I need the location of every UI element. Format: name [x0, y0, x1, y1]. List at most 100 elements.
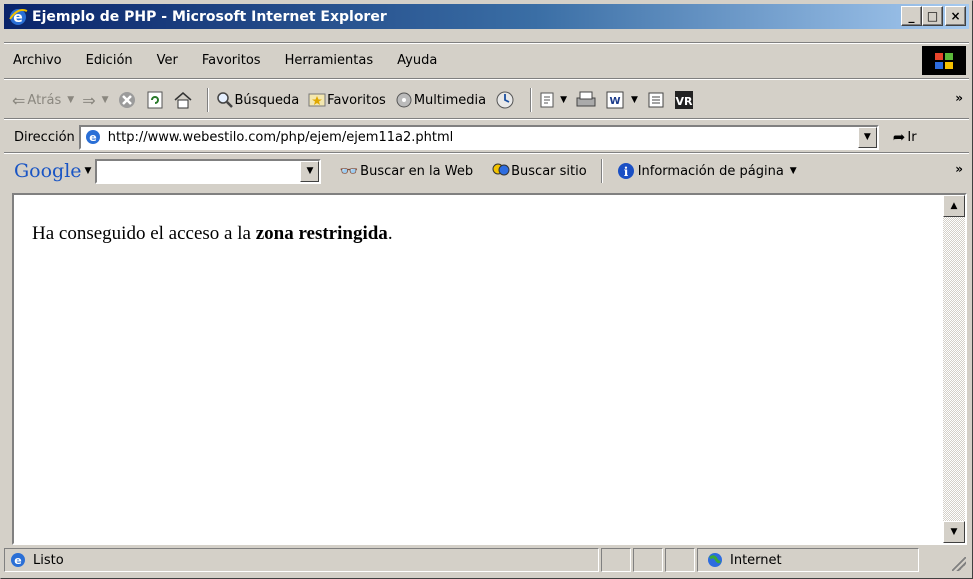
media-label: Multimedia — [413, 92, 487, 108]
search-label: Búsqueda — [234, 92, 300, 108]
messenger-button[interactable]: VR — [674, 90, 694, 110]
svg-text:i: i — [623, 165, 628, 179]
svg-text:VR: VR — [675, 95, 693, 108]
menu-edicion[interactable]: Edición — [74, 53, 145, 68]
vertical-scrollbar[interactable]: ▲ ▼ — [943, 195, 965, 543]
chevron-down-icon: ▼ — [560, 95, 568, 105]
message-bold: zona restringida — [255, 223, 388, 244]
separator — [4, 118, 969, 120]
status-cell — [601, 548, 631, 572]
page-info-label: Información de página — [637, 163, 784, 179]
minimize-icon: _ — [908, 9, 915, 23]
address-label: Dirección — [14, 129, 75, 145]
chevron-down-icon: ▼ — [863, 132, 871, 142]
print-button[interactable] — [575, 90, 597, 110]
favorites-button[interactable]: Favoritos — [307, 91, 386, 109]
mail-icon — [540, 92, 554, 108]
search-web-button[interactable]: 👓 Buscar en la Web — [339, 162, 473, 180]
stop-icon — [118, 92, 135, 108]
home-button[interactable] — [173, 90, 193, 110]
page-icon: e — [85, 130, 100, 144]
google-logo-text: Google — [14, 160, 82, 182]
zone-text: Internet — [730, 552, 782, 568]
print-icon — [576, 91, 596, 107]
svg-text:e: e — [89, 131, 96, 144]
back-button[interactable]: ⇐ Atrás ▼ — [12, 91, 74, 110]
toolbar-separator — [530, 88, 533, 112]
minimize-button[interactable]: _ — [901, 6, 922, 26]
close-button[interactable]: × — [945, 6, 966, 26]
menu-favoritos[interactable]: Favoritos — [190, 53, 273, 68]
maximize-button[interactable]: □ — [922, 6, 943, 26]
search-icon — [216, 92, 233, 108]
resize-grip-icon[interactable] — [952, 557, 966, 571]
word-edit-icon: W — [606, 91, 624, 109]
back-arrow-icon: ⇐ — [12, 90, 26, 110]
status-bar: e Listo Internet — [4, 548, 969, 574]
history-icon — [496, 91, 514, 109]
windows-logo-icon — [922, 46, 966, 75]
menu-ver[interactable]: Ver — [145, 53, 190, 68]
svg-text:e: e — [14, 554, 21, 567]
search-site-icon — [492, 163, 510, 176]
forward-button[interactable]: ⇒ ▼ — [82, 91, 108, 110]
google-toolbar: Google ▼ ▼ 👓 Buscar en la Web Buscar sit… — [4, 156, 969, 186]
address-bar: Dirección e http://www.webestilo.com/php… — [4, 122, 969, 152]
search-button[interactable]: Búsqueda — [215, 90, 300, 110]
search-site-label: Buscar sitio — [511, 163, 587, 179]
menu-herramientas[interactable]: Herramientas — [273, 53, 386, 68]
scroll-down-button[interactable]: ▼ — [943, 521, 965, 543]
google-overflow-icon[interactable]: » — [955, 162, 963, 176]
access-message: Ha conseguido el acceso a la zona restri… — [32, 223, 393, 245]
mail-button[interactable]: ▼ — [538, 90, 567, 110]
page-info-button[interactable]: i Información de página ▼ — [617, 162, 797, 180]
chevron-down-icon: ▼ — [789, 166, 797, 176]
search-site-button[interactable]: Buscar sitio — [491, 162, 587, 180]
status-cell — [633, 548, 663, 572]
media-button[interactable]: Multimedia — [394, 90, 486, 110]
chevron-down-icon: ▼ — [306, 166, 314, 176]
page-icon: e — [11, 553, 25, 567]
address-url: http://www.webestilo.com/php/ejem/ejem11… — [107, 129, 454, 145]
chevron-down-icon: ▼ — [101, 95, 109, 105]
chevron-down-icon: ▼ — [631, 95, 638, 105]
toolbar-separator — [206, 88, 209, 112]
globe-icon — [708, 553, 722, 567]
menu-archivo[interactable]: Archivo — [4, 53, 74, 68]
discuss-button[interactable] — [646, 90, 666, 110]
status-cell — [665, 548, 695, 572]
refresh-button[interactable] — [145, 90, 165, 110]
go-button[interactable]: ➦ Ir — [893, 128, 917, 146]
menu-bar: Archivo Edición Ver Favoritos Herramient… — [4, 46, 969, 75]
google-search-dropdown-button[interactable]: ▼ — [300, 160, 320, 182]
chevron-down-icon: ▼ — [67, 95, 75, 105]
favorites-icon — [308, 93, 326, 107]
chevron-down-icon: ▼ — [950, 527, 958, 537]
internet-explorer-icon: e — [9, 8, 28, 26]
status-main: e Listo — [4, 548, 599, 572]
forward-arrow-icon: ⇒ — [82, 90, 96, 110]
security-zone[interactable]: Internet — [697, 548, 919, 572]
scroll-up-button[interactable]: ▲ — [943, 195, 965, 217]
binoculars-icon: 👓 — [339, 162, 359, 180]
edit-button[interactable]: W ▼ — [605, 90, 638, 110]
google-logo[interactable]: Google ▼ — [14, 160, 91, 182]
info-icon: i — [617, 163, 634, 179]
menu-ayuda[interactable]: Ayuda — [385, 53, 449, 68]
go-label: Ir — [907, 129, 917, 145]
title-bar[interactable]: e Ejemplo de PHP - Microsoft Internet Ex… — [4, 4, 969, 29]
address-input[interactable]: e http://www.webestilo.com/php/ejem/ejem… — [78, 124, 879, 150]
address-dropdown-button[interactable]: ▼ — [857, 126, 877, 148]
svg-text:W: W — [610, 96, 621, 107]
toolbar-overflow-icon[interactable]: » — [955, 91, 963, 105]
chevron-up-icon: ▲ — [950, 201, 958, 211]
close-icon: × — [950, 9, 961, 23]
vr-icon: VR — [674, 91, 693, 109]
google-search-input[interactable]: ▼ — [95, 158, 322, 184]
separator — [4, 42, 969, 44]
stop-button[interactable] — [117, 90, 137, 110]
search-web-label: Buscar en la Web — [360, 163, 474, 179]
back-label: Atrás — [27, 92, 62, 108]
history-button[interactable] — [494, 89, 516, 111]
message-text: Ha conseguido el acceso a la — [32, 223, 256, 244]
